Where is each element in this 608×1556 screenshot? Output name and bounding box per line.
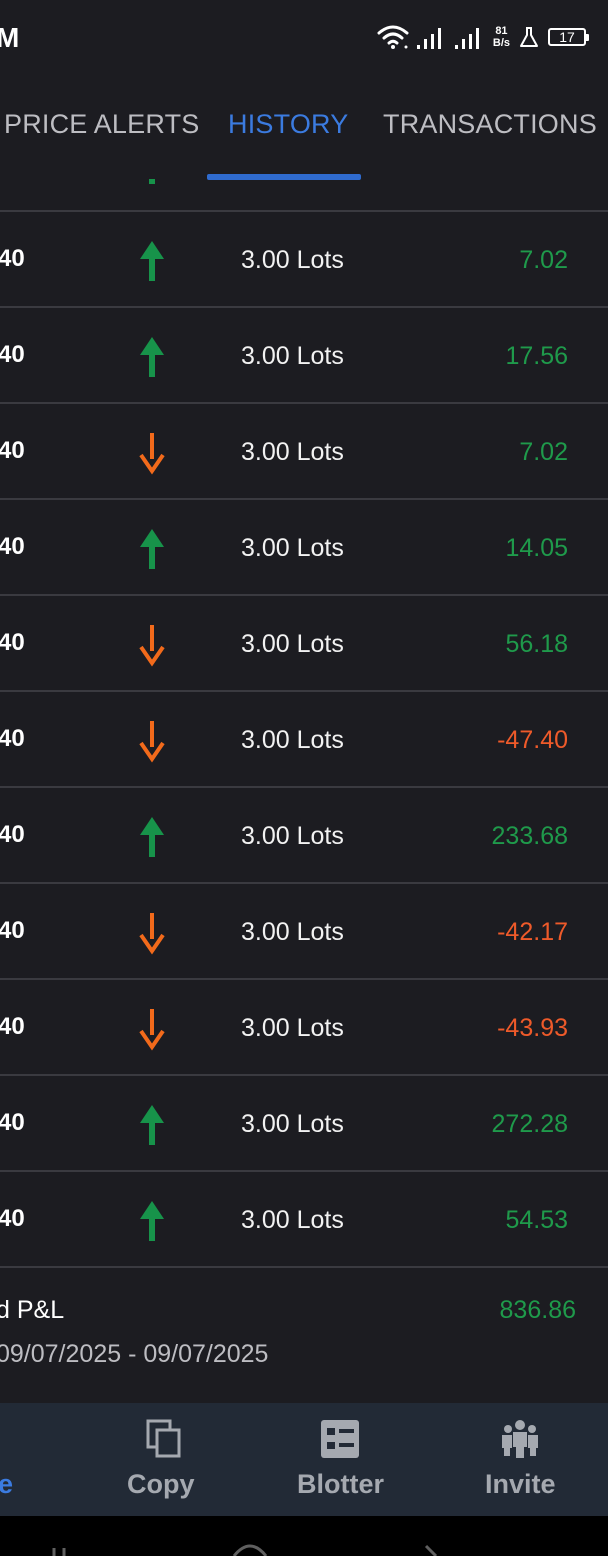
nav-item-copy[interactable]: Copy bbox=[110, 1403, 210, 1516]
copy-icon bbox=[146, 1419, 181, 1458]
bottom-nav: e Copy Blotter Invite bbox=[0, 1403, 608, 1516]
tab-price-alerts[interactable]: PRICE ALERTS bbox=[4, 109, 199, 140]
row-pnl: -43.93 bbox=[497, 1014, 568, 1042]
network-speed: 81 B/s bbox=[493, 25, 510, 49]
row-pnl: 17.56 bbox=[505, 342, 568, 370]
row-pnl: 7.02 bbox=[519, 246, 568, 274]
row-volume: 3.00 Lots bbox=[241, 246, 344, 274]
arrow-up-icon bbox=[140, 1105, 164, 1145]
row-pnl: -42.17 bbox=[497, 918, 568, 946]
row-price-fragment: 40 bbox=[0, 725, 25, 752]
scroll-indicator bbox=[149, 179, 155, 184]
table-row[interactable]: 40 3.00 Lots 54.53 bbox=[0, 1170, 608, 1268]
row-pnl: 56.18 bbox=[505, 630, 568, 658]
table-row[interactable]: 40 3.00 Lots -47.40 bbox=[0, 690, 608, 786]
row-price-fragment: 40 bbox=[0, 1013, 25, 1040]
pnl-summary: d P&L 836.86 09/07/2025 - 09/07/2025 bbox=[0, 1268, 608, 1402]
row-volume: 3.00 Lots bbox=[241, 438, 344, 466]
table-row[interactable]: 40 3.00 Lots 272.28 bbox=[0, 1074, 608, 1170]
status-time: M bbox=[0, 22, 20, 53]
nav-item-invite[interactable]: Invite bbox=[470, 1403, 570, 1516]
summary-label: d P&L bbox=[0, 1296, 65, 1324]
people-icon bbox=[502, 1420, 538, 1458]
row-volume: 3.00 Lots bbox=[241, 822, 344, 850]
flask-icon bbox=[520, 27, 538, 47]
arrow-down-icon bbox=[139, 721, 165, 763]
summary-date-range[interactable]: 09/07/2025 - 09/07/2025 bbox=[0, 1340, 268, 1369]
row-price-fragment: 40 bbox=[0, 341, 25, 368]
nav-item-blotter[interactable]: Blotter bbox=[290, 1403, 390, 1516]
back-icon[interactable] bbox=[412, 1544, 452, 1556]
row-volume: 3.00 Lots bbox=[241, 1206, 344, 1234]
row-pnl: 272.28 bbox=[491, 1110, 568, 1138]
arrow-down-icon bbox=[139, 913, 165, 955]
row-volume: 3.00 Lots bbox=[241, 918, 344, 946]
row-price-fragment: 40 bbox=[0, 629, 25, 656]
recents-icon[interactable] bbox=[50, 1544, 90, 1556]
nav-label-copy: Copy bbox=[127, 1469, 195, 1499]
row-price-fragment: 40 bbox=[0, 821, 25, 848]
nav-label-partial: e bbox=[0, 1469, 14, 1499]
row-price-fragment: 40 bbox=[0, 245, 25, 272]
arrow-down-icon bbox=[139, 625, 165, 667]
row-price-fragment: 40 bbox=[0, 1205, 25, 1232]
row-pnl: 233.68 bbox=[491, 822, 568, 850]
row-price-fragment: 40 bbox=[0, 917, 25, 944]
row-price-fragment: 40 bbox=[0, 1109, 25, 1136]
signal-icon bbox=[416, 28, 441, 49]
summary-total-pnl: 836.86 bbox=[499, 1296, 576, 1324]
arrow-up-icon bbox=[140, 241, 164, 281]
nav-item-partial[interactable]: e bbox=[0, 1403, 30, 1516]
arrow-down-icon bbox=[139, 433, 165, 475]
arrow-up-icon bbox=[140, 1201, 164, 1241]
row-pnl: 14.05 bbox=[505, 534, 568, 562]
row-volume: 3.00 Lots bbox=[241, 726, 344, 754]
table-row[interactable]: 40 3.00 Lots 233.68 bbox=[0, 786, 608, 882]
home-icon[interactable] bbox=[230, 1544, 270, 1556]
arrow-up-icon bbox=[140, 817, 164, 857]
nav-label-invite: Invite bbox=[485, 1469, 556, 1499]
row-volume: 3.00 Lots bbox=[241, 534, 344, 562]
nav-label-blotter: Blotter bbox=[297, 1469, 384, 1499]
table-row[interactable]: 40 3.00 Lots 14.05 bbox=[0, 498, 608, 594]
row-pnl: -47.40 bbox=[497, 726, 568, 754]
tab-bar: PRICE ALERTS HISTORY TRANSACTIONS bbox=[0, 75, 608, 180]
history-table: 40 3.00 Lots 7.02 40 3.00 Lots 17.56 40 3.00 Lo… bbox=[0, 210, 608, 1268]
row-volume: 3.00 Lots bbox=[241, 1110, 344, 1138]
table-row[interactable]: 40 3.00 Lots 7.02 bbox=[0, 402, 608, 498]
active-tab-indicator bbox=[207, 174, 361, 180]
status-icons: 81 B/s 17 bbox=[377, 20, 589, 54]
tab-transactions[interactable]: TRANSACTIONS bbox=[383, 109, 597, 140]
row-volume: 3.00 Lots bbox=[241, 342, 344, 370]
battery-icon: 17 bbox=[548, 28, 589, 46]
row-pnl: 7.02 bbox=[519, 438, 568, 466]
blotter-icon bbox=[321, 1420, 359, 1458]
arrow-up-icon bbox=[140, 337, 164, 377]
arrow-up-icon bbox=[140, 529, 164, 569]
network-speed-unit: B/s bbox=[492, 37, 510, 49]
table-row[interactable]: 40 3.00 Lots -43.93 bbox=[0, 978, 608, 1074]
row-volume: 3.00 Lots bbox=[241, 630, 344, 658]
battery-level: 17 bbox=[559, 29, 575, 45]
wifi-icon bbox=[377, 25, 409, 49]
status-bar: M 81 B/s 17 bbox=[0, 0, 608, 75]
signal-icon-2 bbox=[454, 28, 479, 49]
arrow-down-icon bbox=[139, 1009, 165, 1051]
tab-history[interactable]: HISTORY bbox=[228, 109, 348, 140]
row-price-fragment: 40 bbox=[0, 437, 25, 464]
network-speed-value: 81 bbox=[495, 25, 508, 37]
row-volume: 3.00 Lots bbox=[241, 1014, 344, 1042]
table-row[interactable]: 40 3.00 Lots 7.02 bbox=[0, 210, 608, 306]
table-row[interactable]: 40 3.00 Lots 56.18 bbox=[0, 594, 608, 690]
table-row[interactable]: 40 3.00 Lots -42.17 bbox=[0, 882, 608, 978]
table-row[interactable]: 40 3.00 Lots 17.56 bbox=[0, 306, 608, 402]
row-pnl: 54.53 bbox=[505, 1206, 568, 1234]
row-price-fragment: 40 bbox=[0, 533, 25, 560]
system-nav-bar bbox=[0, 1516, 608, 1556]
